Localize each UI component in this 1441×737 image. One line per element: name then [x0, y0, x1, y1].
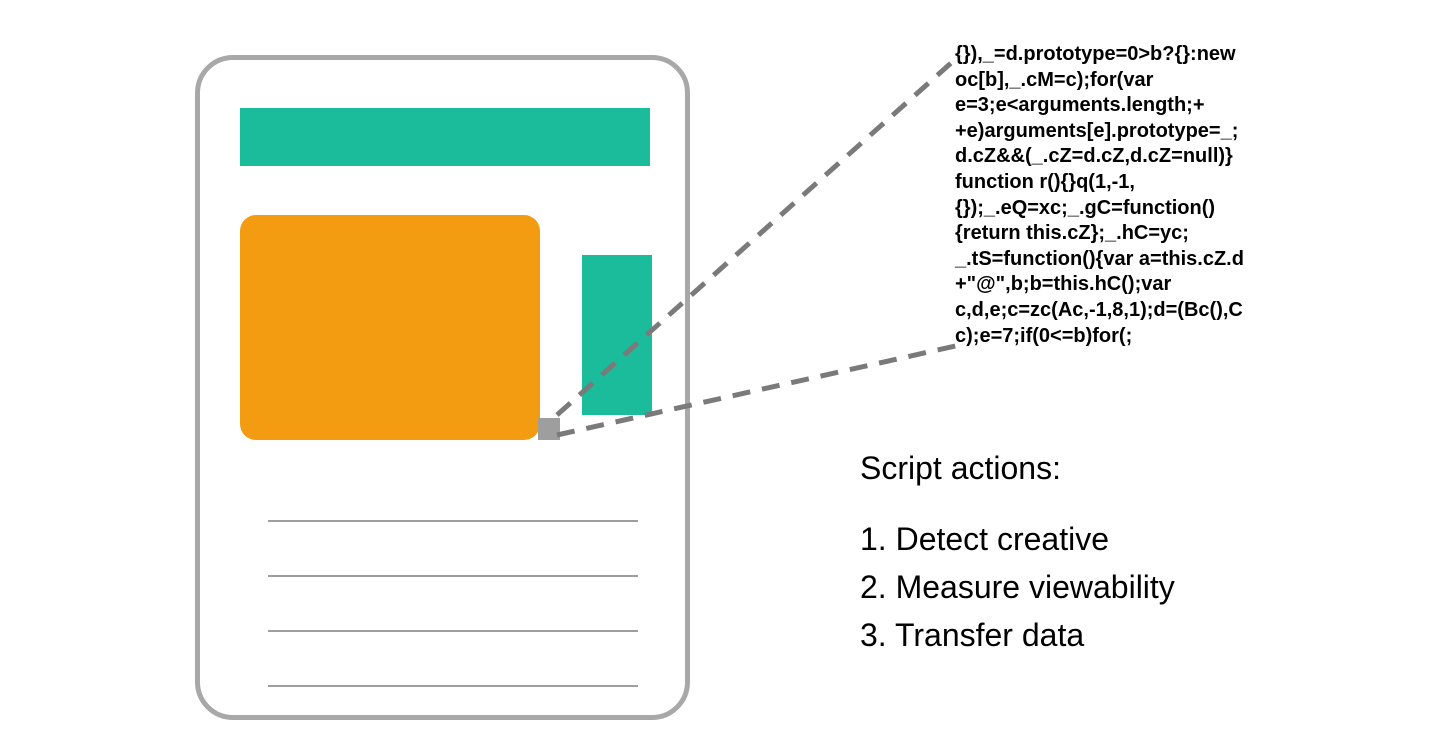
- device-frame: [195, 55, 690, 720]
- script-action-item: Measure viewability: [860, 563, 1175, 611]
- script-actions-block: Script actions: Detect creative Measure …: [860, 450, 1175, 659]
- script-actions-list: Detect creative Measure viewability Tran…: [860, 515, 1175, 659]
- content-line: [268, 575, 638, 577]
- script-code-snippet: {}),_=d.prototype=0>b?{}:new oc[b],_.cM=…: [955, 42, 1250, 349]
- side-ad-block: [582, 255, 652, 415]
- content-line: [268, 685, 638, 687]
- ad-creative-block: [240, 215, 540, 440]
- script-action-item: Detect creative: [860, 515, 1175, 563]
- measurement-pixel: [538, 418, 560, 440]
- script-action-item: Transfer data: [860, 611, 1175, 659]
- content-line: [268, 520, 638, 522]
- script-actions-heading: Script actions:: [860, 450, 1175, 487]
- page-header-bar: [240, 108, 650, 166]
- content-line: [268, 630, 638, 632]
